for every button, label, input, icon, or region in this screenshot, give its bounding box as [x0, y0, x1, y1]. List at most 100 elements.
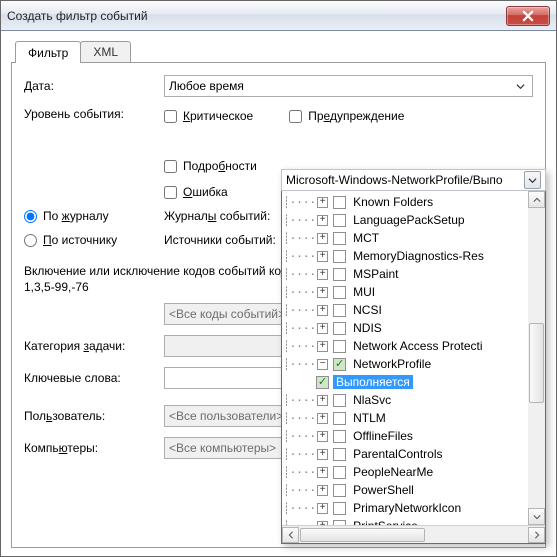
- tab-filter[interactable]: Фильтр: [15, 41, 81, 63]
- tree-label[interactable]: Known Folders: [350, 195, 436, 209]
- tree-checkbox[interactable]: [333, 484, 346, 497]
- vscroll-thumb[interactable]: [529, 323, 544, 403]
- tree-scroll-area[interactable]: ┊····+Known Folders┊····+LanguagePackSet…: [282, 191, 545, 525]
- tree-checkbox[interactable]: [333, 340, 346, 353]
- chk-error[interactable]: [164, 186, 177, 199]
- chevron-down-icon[interactable]: [524, 171, 541, 189]
- tree-node[interactable]: ┊····+PrimaryNetworkIcon: [282, 499, 528, 517]
- horizontal-scrollbar[interactable]: [282, 525, 545, 543]
- tree-label[interactable]: ParentalControls: [350, 447, 445, 461]
- tree-label[interactable]: NTLM: [350, 411, 389, 425]
- expand-icon[interactable]: +: [317, 251, 328, 262]
- event-logs-combo-header[interactable]: Microsoft-Windows-NetworkProfile/Выпо: [281, 169, 546, 191]
- tree-node[interactable]: ┊····+MCT: [282, 229, 528, 247]
- expand-icon[interactable]: +: [317, 449, 328, 460]
- chk-critical[interactable]: [164, 110, 177, 123]
- tree-node[interactable]: ┊····+PowerShell: [282, 481, 528, 499]
- tree-node[interactable]: ┊····+NTLM: [282, 409, 528, 427]
- scroll-down-button[interactable]: [528, 508, 545, 525]
- scroll-up-button[interactable]: [528, 191, 545, 208]
- expand-icon[interactable]: +: [317, 395, 328, 406]
- expand-icon[interactable]: +: [317, 233, 328, 244]
- date-combo[interactable]: Любое время: [164, 75, 533, 97]
- tree-node[interactable]: ┊····+NCSI: [282, 301, 528, 319]
- tree-checkbox[interactable]: [333, 304, 346, 317]
- expand-icon[interactable]: +: [317, 413, 328, 424]
- radio-by-source[interactable]: [24, 234, 37, 247]
- tree-node[interactable]: ┊····+MUI: [282, 283, 528, 301]
- expand-icon[interactable]: +: [317, 323, 328, 334]
- tree-node[interactable]: ┊····+LanguagePackSetup: [282, 211, 528, 229]
- tree-label[interactable]: PowerShell: [350, 483, 417, 497]
- tree-checkbox[interactable]: [316, 376, 329, 389]
- tree-node[interactable]: ┊····+PrintService: [282, 517, 528, 525]
- vertical-scrollbar[interactable]: [528, 191, 545, 525]
- tree-checkbox[interactable]: [333, 250, 346, 263]
- tree-checkbox[interactable]: [333, 322, 346, 335]
- tree-label[interactable]: MUI: [350, 285, 378, 299]
- tree-label[interactable]: Network Access Protecti: [350, 339, 485, 353]
- tree-node[interactable]: ┊····+MemoryDiagnostics-Res: [282, 247, 528, 265]
- expand-icon[interactable]: +: [317, 431, 328, 442]
- tree-label[interactable]: PrimaryNetworkIcon: [350, 501, 464, 515]
- hscroll-thumb[interactable]: [300, 528, 425, 542]
- tree-node[interactable]: ┊····+NDIS: [282, 319, 528, 337]
- tree-label[interactable]: NDIS: [350, 321, 385, 335]
- tree-label[interactable]: PeopleNearMe: [350, 465, 436, 479]
- expand-icon[interactable]: +: [317, 269, 328, 280]
- tree-checkbox[interactable]: [333, 412, 346, 425]
- radio-by-log[interactable]: [24, 210, 37, 223]
- close-button[interactable]: [506, 6, 550, 26]
- expand-icon[interactable]: +: [317, 503, 328, 514]
- expand-icon[interactable]: +: [317, 341, 328, 352]
- tree-guide: ┊····: [282, 448, 317, 461]
- tree-node[interactable]: ┊····+NlaSvc: [282, 391, 528, 409]
- chk-warning[interactable]: [289, 110, 302, 123]
- tree-checkbox[interactable]: [333, 466, 346, 479]
- scroll-left-button[interactable]: [282, 527, 299, 543]
- tree-node[interactable]: ┊····+MSPaint: [282, 265, 528, 283]
- tree-checkbox[interactable]: [333, 196, 346, 209]
- tree-label[interactable]: LanguagePackSetup: [350, 213, 467, 227]
- scroll-right-button[interactable]: [528, 527, 545, 543]
- tree-checkbox[interactable]: [333, 430, 346, 443]
- tree-label[interactable]: NetworkProfile: [350, 357, 434, 371]
- tree-label[interactable]: NCSI: [350, 303, 385, 317]
- collapse-icon[interactable]: −: [317, 359, 328, 370]
- tree-checkbox[interactable]: [333, 358, 346, 371]
- expand-icon[interactable]: +: [317, 521, 328, 526]
- tree-label[interactable]: MemoryDiagnostics-Res: [350, 249, 487, 263]
- vscroll-track[interactable]: [528, 208, 545, 508]
- tree-node[interactable]: ┊····+OfflineFiles: [282, 427, 528, 445]
- tree-label[interactable]: MSPaint: [350, 267, 401, 281]
- chk-verbose[interactable]: [164, 160, 177, 173]
- expand-icon[interactable]: +: [317, 287, 328, 298]
- tree-checkbox[interactable]: [333, 394, 346, 407]
- expand-icon[interactable]: +: [317, 485, 328, 496]
- hscroll-track[interactable]: [299, 527, 528, 543]
- tree-label[interactable]: PrintService: [350, 519, 421, 525]
- tree-node[interactable]: +Выполняется: [282, 373, 528, 391]
- tree-label[interactable]: MCT: [350, 231, 382, 245]
- tree-checkbox[interactable]: [333, 286, 346, 299]
- tree-label[interactable]: Выполняется: [333, 375, 413, 389]
- tab-xml[interactable]: XML: [80, 41, 131, 62]
- tree-node[interactable]: ┊····+ ParentalControls: [282, 445, 528, 463]
- tree-checkbox[interactable]: [333, 268, 346, 281]
- tree-checkbox[interactable]: [333, 448, 346, 461]
- expand-icon[interactable]: +: [317, 215, 328, 226]
- tree-checkbox[interactable]: [333, 502, 346, 515]
- titlebar[interactable]: Создать фильтр событий: [1, 1, 556, 31]
- tree-node[interactable]: ┊····+Network Access Protecti: [282, 337, 528, 355]
- expand-icon[interactable]: +: [317, 467, 328, 478]
- tree-label[interactable]: OfflineFiles: [350, 429, 416, 443]
- expand-icon[interactable]: +: [317, 197, 328, 208]
- tree-node[interactable]: ┊····−NetworkProfile: [282, 355, 528, 373]
- tree-checkbox[interactable]: [333, 214, 346, 227]
- tree-node[interactable]: ┊····+Known Folders: [282, 193, 528, 211]
- tree-label[interactable]: NlaSvc: [350, 393, 394, 407]
- tree-checkbox[interactable]: [333, 520, 346, 526]
- tree-node[interactable]: ┊····+PeopleNearMe: [282, 463, 528, 481]
- tree-checkbox[interactable]: [333, 232, 346, 245]
- expand-icon[interactable]: +: [317, 305, 328, 316]
